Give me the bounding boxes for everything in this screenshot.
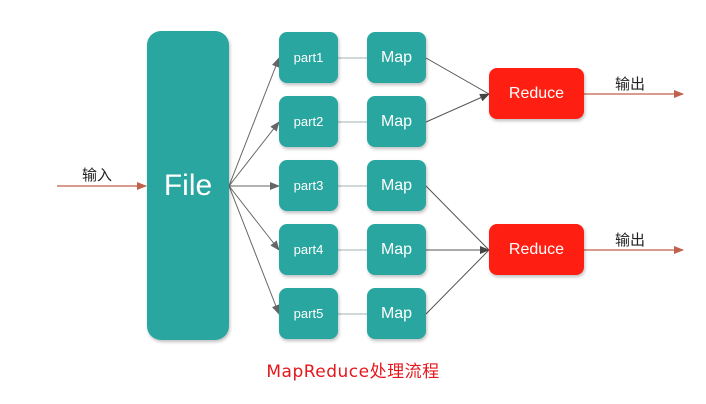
part2-node: part2 [279, 96, 338, 147]
connector-lines [57, 57, 684, 315]
map1-node: Map [367, 32, 426, 83]
part4-node: part4 [279, 224, 338, 275]
file-to-part5-arrow [228, 185, 280, 315]
diagram-caption: MapReduce处理流程 [266, 362, 440, 382]
output1-label: 输出 [615, 75, 646, 93]
file-to-part2-arrow [228, 121, 280, 187]
file-node: File [147, 31, 229, 340]
map2-to-reduce1-line [425, 93, 490, 123]
map4-node: Map [367, 224, 426, 275]
map3-to-reduce2-line [425, 185, 490, 251]
map5-to-reduce2-line [425, 249, 490, 315]
reduce1-node: Reduce [489, 68, 584, 119]
map2-node: Map [367, 96, 426, 147]
input-label: 输入 [82, 166, 113, 184]
map3-node: Map [367, 160, 426, 211]
part3-node: part3 [279, 160, 338, 211]
map5-node: Map [367, 288, 426, 339]
output2-label: 输出 [615, 231, 646, 249]
mapreduce-diagram: 输入 File part1 part2 part3 part4 part5 Ma… [0, 0, 706, 404]
part5-node: part5 [279, 288, 338, 339]
file-to-part4-arrow [228, 185, 280, 251]
file-to-part1-arrow [228, 57, 280, 187]
part1-node: part1 [279, 32, 338, 83]
map1-to-reduce1-line [425, 57, 490, 95]
reduce2-node: Reduce [489, 224, 584, 275]
